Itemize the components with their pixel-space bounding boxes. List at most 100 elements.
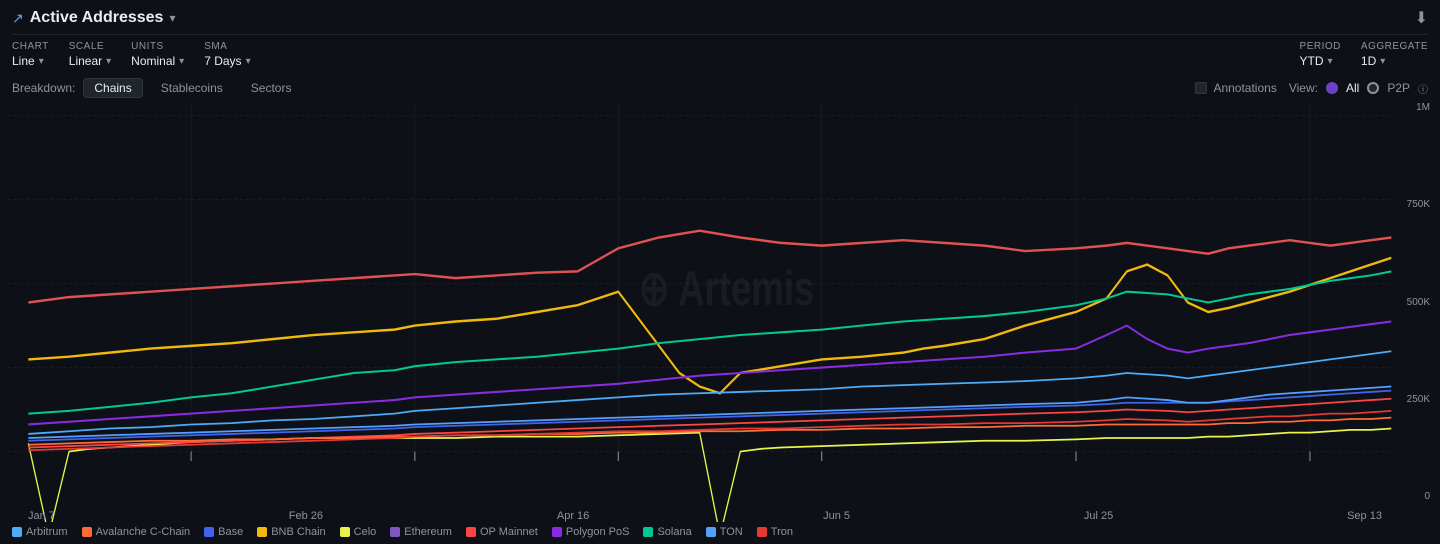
chart-control: CHART Line ▾ [12, 41, 49, 68]
breakdown-row: Breakdown: Chains Stablecoins Sectors An… [12, 74, 1428, 102]
units-value: Nominal [131, 54, 175, 68]
download-button[interactable]: ⬇ [1415, 8, 1428, 28]
chart-label: CHART [12, 41, 49, 52]
celo-label: Celo [354, 526, 377, 538]
x-label-feb26: Feb 26 [289, 510, 323, 522]
breakdown-label: Breakdown: [12, 81, 75, 95]
scale-control: SCALE Linear ▾ [69, 41, 111, 68]
op-label: OP Mainnet [480, 526, 538, 538]
view-p2p-label[interactable]: P2P [1387, 81, 1410, 95]
polygon-label: Polygon PoS [566, 526, 630, 538]
annotations-label: Annotations [1213, 81, 1276, 95]
breakdown-stablecoins-button[interactable]: Stablecoins [151, 79, 233, 97]
scale-chevron-icon: ▾ [106, 56, 111, 67]
legend-tron: Tron [757, 526, 793, 538]
breakdown-sectors-button[interactable]: Sectors [241, 79, 302, 97]
base-color [204, 527, 214, 537]
legend-solana: Solana [643, 526, 691, 538]
aggregate-value: 1D [1361, 54, 1376, 68]
aggregate-control: AGGREGATE 1D ▾ [1361, 41, 1428, 68]
y-label-750k: 750K [1407, 199, 1430, 210]
y-axis-labels: 1M 750K 500K 250K 0 [1392, 102, 1432, 502]
base-label: Base [218, 526, 243, 538]
view-p2p-radio[interactable] [1367, 82, 1379, 94]
legend-celo: Celo [340, 526, 377, 538]
period-aggregate-area: PERIOD YTD ▾ AGGREGATE 1D ▾ [1300, 41, 1428, 68]
legend-avalanche: Avalanche C-Chain [82, 526, 191, 538]
tron-label: Tron [771, 526, 793, 538]
chart-select[interactable]: Line ▾ [12, 54, 49, 68]
x-axis-labels: Jan 7 Feb 26 Apr 16 Jun 5 Jul 25 Sep 13 [28, 510, 1382, 522]
period-chevron-icon: ▾ [1328, 56, 1333, 67]
period-value: YTD [1300, 54, 1324, 68]
view-all-label[interactable]: All [1346, 81, 1359, 95]
chart-svg: ⊕ Artemis [8, 102, 1432, 522]
x-label-jul25: Jul 25 [1084, 510, 1113, 522]
period-control: PERIOD YTD ▾ [1300, 41, 1341, 68]
aggregate-chevron-icon: ▾ [1380, 56, 1385, 67]
legend-base: Base [204, 526, 243, 538]
chart-chevron-icon: ▾ [39, 56, 44, 67]
solana-label: Solana [657, 526, 691, 538]
legend-bnb: BNB Chain [257, 526, 325, 538]
legend-row: Arbitrum Avalanche C-Chain Base BNB Chai… [12, 522, 1428, 540]
x-label-sep13: Sep 13 [1347, 510, 1382, 522]
units-label: UNITS [131, 41, 184, 52]
ton-color [706, 527, 716, 537]
chart-area: ⊕ Artemis 1M 750K 500K 250K 0 Jan 7 Feb … [8, 102, 1432, 522]
legend-polygon: Polygon PoS [552, 526, 630, 538]
sma-label: SMA [204, 41, 250, 52]
aggregate-label: AGGREGATE [1361, 41, 1428, 52]
svg-text:⊕ Artemis: ⊕ Artemis [639, 262, 815, 316]
x-label-jan7: Jan 7 [28, 510, 55, 522]
period-label: PERIOD [1300, 41, 1341, 52]
p2p-info-icon[interactable]: ⓘ [1418, 81, 1428, 96]
scale-value: Linear [69, 54, 102, 68]
avalanche-color [82, 527, 92, 537]
ethereum-color [390, 527, 400, 537]
sma-chevron-icon: ▾ [246, 56, 251, 67]
title-area[interactable]: ↗ Active Addresses ▾ [12, 9, 175, 27]
sma-control: SMA 7 Days ▾ [204, 41, 250, 68]
chart-icon: ↗ [12, 10, 24, 27]
y-label-1m: 1M [1416, 102, 1430, 113]
view-all-radio[interactable] [1326, 82, 1338, 94]
y-label-500k: 500K [1407, 297, 1430, 308]
tron-color [757, 527, 767, 537]
polygon-color [552, 527, 562, 537]
bnb-label: BNB Chain [271, 526, 325, 538]
celo-color [340, 527, 350, 537]
main-container: ↗ Active Addresses ▾ ⬇ CHART Line ▾ SCAL… [0, 0, 1440, 544]
scale-select[interactable]: Linear ▾ [69, 54, 111, 68]
arbitrum-label: Arbitrum [26, 526, 68, 538]
legend-arbitrum: Arbitrum [12, 526, 68, 538]
units-select[interactable]: Nominal ▾ [131, 54, 184, 68]
x-label-jun5: Jun 5 [823, 510, 850, 522]
view-label: View: [1289, 81, 1318, 95]
breakdown-right: Annotations View: All P2P ⓘ [1195, 81, 1428, 96]
title-chevron-icon: ▾ [169, 11, 175, 25]
op-color [466, 527, 476, 537]
view-area: View: All P2P ⓘ [1289, 81, 1428, 96]
avalanche-label: Avalanche C-Chain [96, 526, 191, 538]
y-label-0: 0 [1424, 491, 1430, 502]
ton-label: TON [720, 526, 743, 538]
legend-ton: TON [706, 526, 743, 538]
annotations-checkbox[interactable] [1195, 82, 1207, 94]
header-row: ↗ Active Addresses ▾ ⬇ [12, 8, 1428, 35]
page-title: Active Addresses [30, 9, 164, 27]
units-control: UNITS Nominal ▾ [131, 41, 184, 68]
ethereum-label: Ethereum [404, 526, 452, 538]
breakdown-chains-button[interactable]: Chains [83, 78, 142, 98]
chart-value: Line [12, 54, 35, 68]
sma-value: 7 Days [204, 54, 241, 68]
sma-select[interactable]: 7 Days ▾ [204, 54, 250, 68]
units-chevron-icon: ▾ [179, 56, 184, 67]
x-label-apr16: Apr 16 [557, 510, 589, 522]
y-label-250k: 250K [1407, 394, 1430, 405]
aggregate-select[interactable]: 1D ▾ [1361, 54, 1428, 68]
period-select[interactable]: YTD ▾ [1300, 54, 1341, 68]
legend-ethereum: Ethereum [390, 526, 452, 538]
solana-color [643, 527, 653, 537]
annotations-area: Annotations [1195, 81, 1276, 95]
